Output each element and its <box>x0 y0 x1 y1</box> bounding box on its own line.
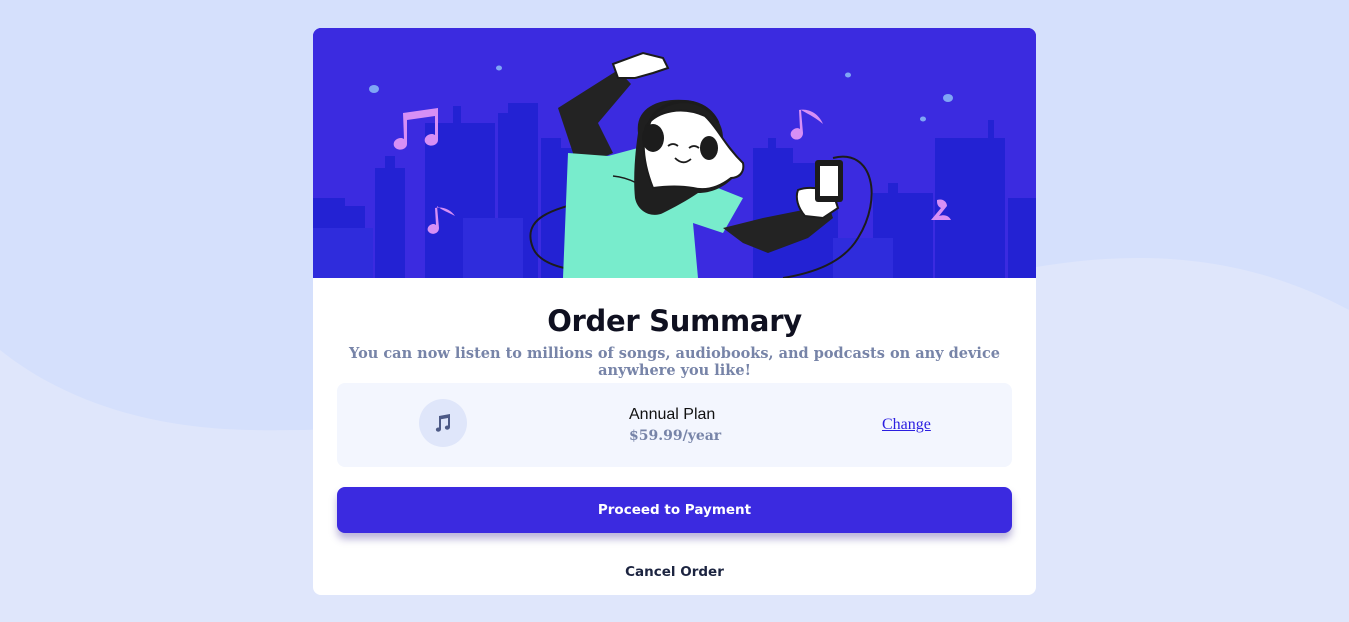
plan-name: Annual Plan <box>629 406 716 423</box>
change-plan-link[interactable]: Change <box>882 416 931 434</box>
plan-box: Annual Plan $59.99/year Change <box>337 383 1012 467</box>
cancel-order-button[interactable]: Cancel Order <box>337 560 1012 584</box>
page-title: Order Summary <box>547 304 802 338</box>
page-subtitle: You can now listen to millions of songs,… <box>349 345 1000 379</box>
hero-illustration <box>313 28 1036 278</box>
plan-price: $59.99/year <box>629 428 722 444</box>
music-note-icon <box>419 399 467 447</box>
proceed-to-payment-button[interactable]: Proceed to Payment <box>337 487 1012 533</box>
order-summary-card: Order Summary You can now listen to mill… <box>313 28 1036 595</box>
